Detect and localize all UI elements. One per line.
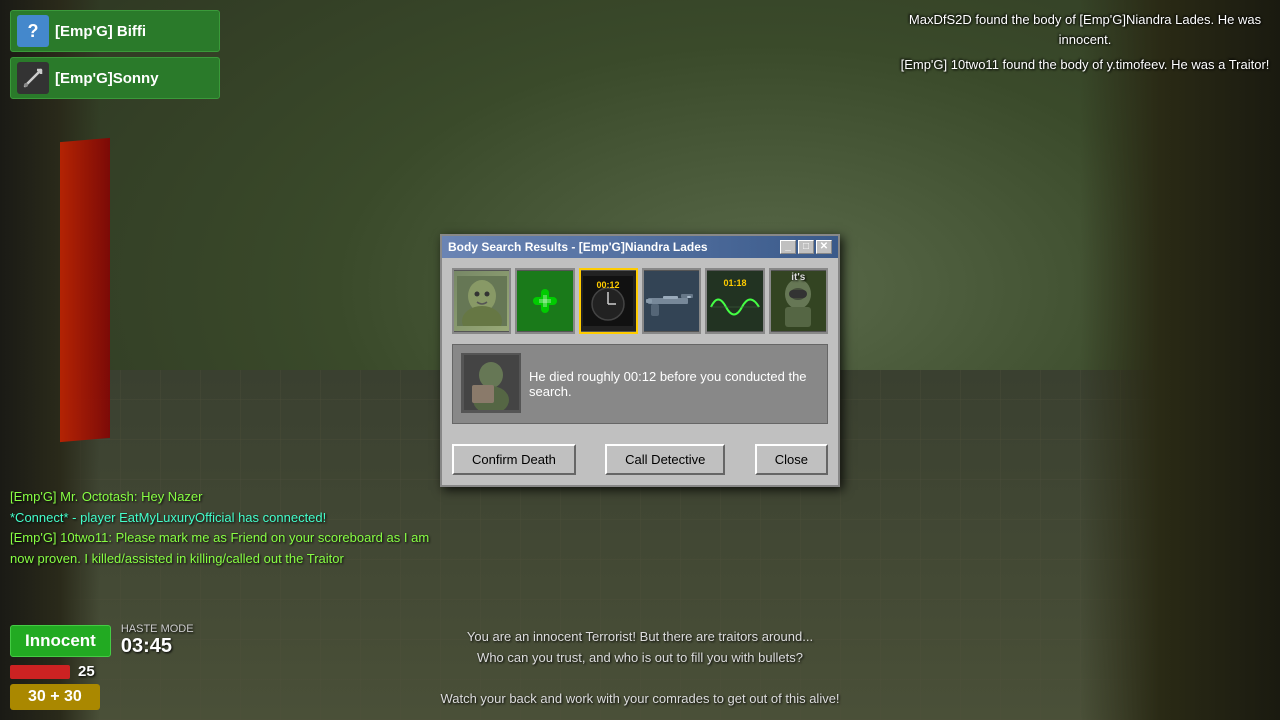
body-search-modal: Body Search Results - [Emp'G]Niandra Lad…	[440, 234, 840, 487]
modal-body: 00:12	[442, 258, 838, 444]
modal-overlay: Body Search Results - [Emp'G]Niandra Lad…	[0, 0, 1280, 720]
svg-text:01:18: 01:18	[723, 278, 746, 288]
char-label: it's	[773, 272, 824, 330]
evidence-pill[interactable]	[515, 268, 574, 334]
wave-icon: 01:18	[706, 271, 764, 331]
modal-title: Body Search Results - [Emp'G]Niandra Lad…	[448, 240, 780, 254]
timer-icon: 00:12	[581, 271, 636, 331]
close-modal-button[interactable]: Close	[755, 444, 828, 475]
evidence-row: 00:12	[452, 268, 828, 334]
info-box-text: He died roughly 00:12 before you conduct…	[529, 353, 819, 415]
evidence-wave[interactable]: 01:18	[705, 268, 764, 334]
evidence-rifle[interactable]	[642, 268, 701, 334]
rifle-icon	[643, 271, 701, 331]
info-box: He died roughly 00:12 before you conduct…	[452, 344, 828, 424]
modal-titlebar: Body Search Results - [Emp'G]Niandra Lad…	[442, 236, 838, 258]
evidence-face[interactable]	[452, 268, 511, 334]
minimize-button[interactable]: _	[780, 240, 796, 254]
pill-icon	[517, 271, 572, 331]
info-box-icon	[461, 353, 521, 413]
face-icon	[454, 271, 509, 331]
maximize-button[interactable]: □	[798, 240, 814, 254]
modal-footer: Confirm Death Call Detective Close	[442, 444, 838, 485]
evidence-char[interactable]: it's	[769, 268, 828, 334]
svg-text:00:12: 00:12	[597, 280, 620, 290]
evidence-timer[interactable]: 00:12	[579, 268, 638, 334]
call-detective-button[interactable]: Call Detective	[605, 444, 725, 475]
modal-controls: _ □ ✕	[780, 240, 832, 254]
confirm-death-button[interactable]: Confirm Death	[452, 444, 576, 475]
close-button-titlebar[interactable]: ✕	[816, 240, 832, 254]
